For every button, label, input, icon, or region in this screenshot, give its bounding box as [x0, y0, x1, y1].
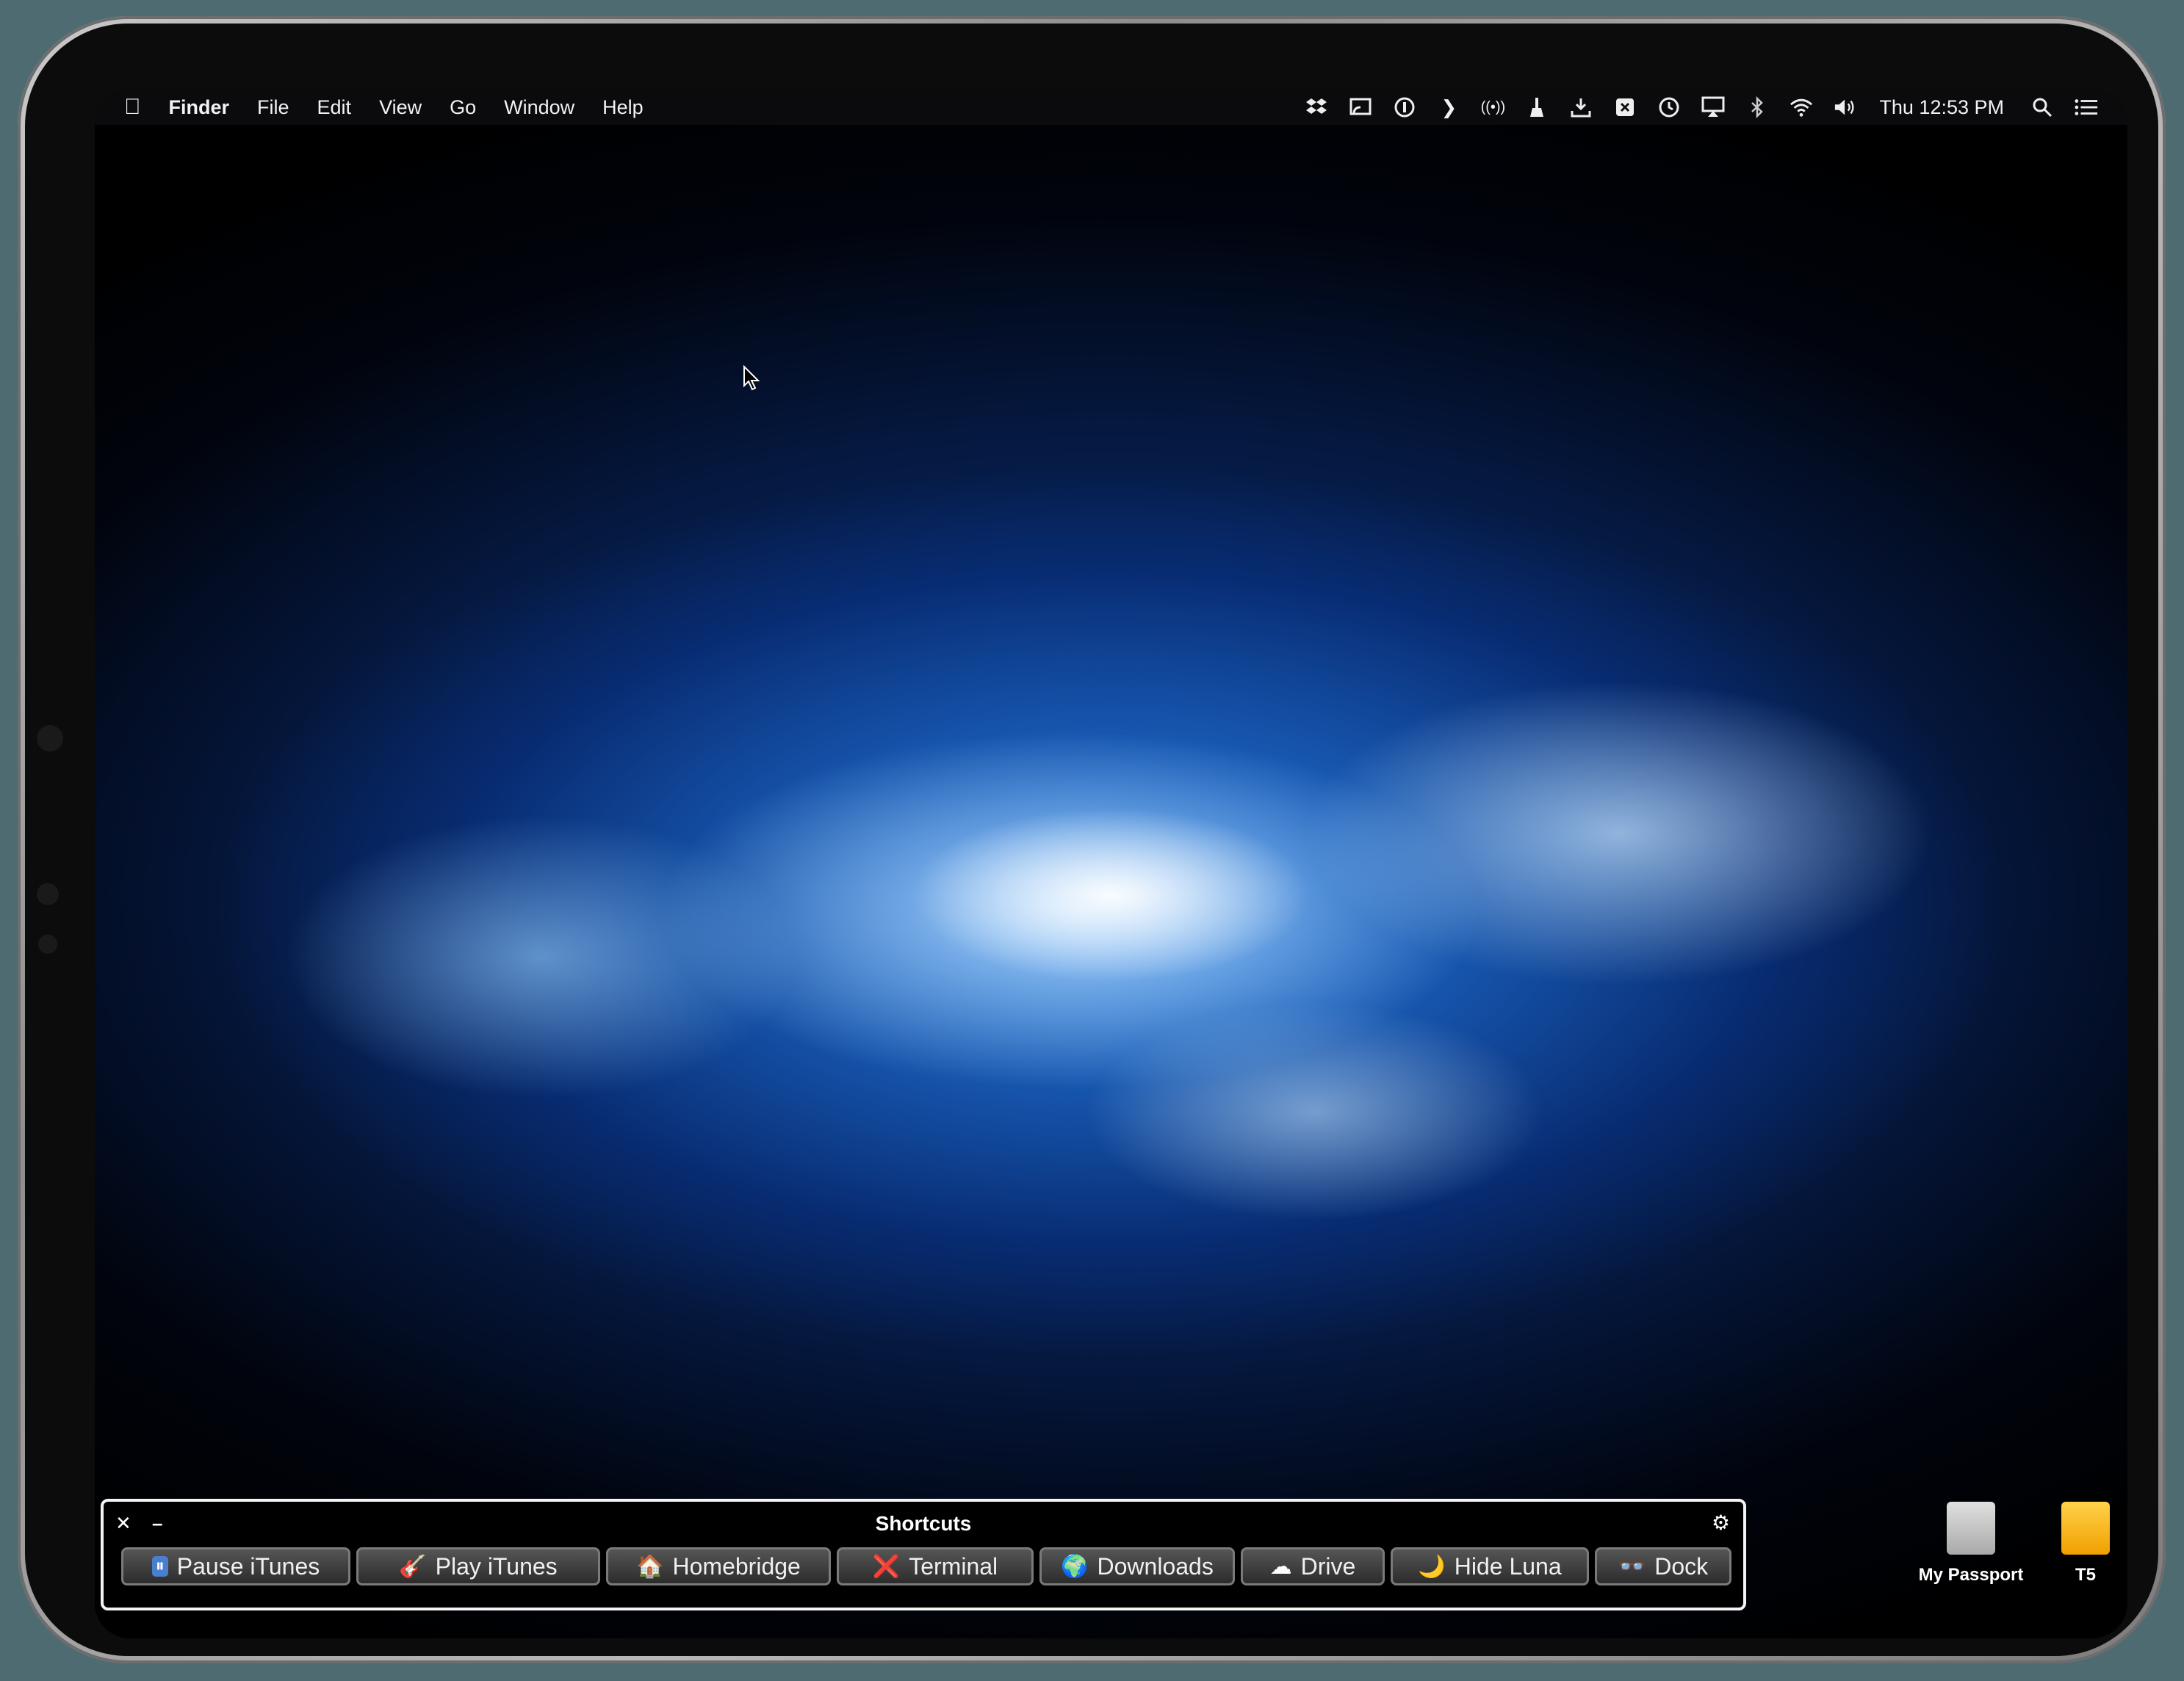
- menubar-clock[interactable]: Thu 12:53 PM: [1879, 96, 2004, 119]
- homebridge-button[interactable]: 🏠 Homebridge: [606, 1547, 831, 1585]
- button-label: Pause iTunes: [176, 1552, 320, 1580]
- drive-button[interactable]: ☁ Drive: [1241, 1547, 1385, 1585]
- external-drive-icon: [1947, 1502, 1995, 1555]
- button-label: Dock: [1654, 1552, 1709, 1580]
- menu-file[interactable]: File: [257, 96, 289, 119]
- guitar-icon: 🎸: [399, 1554, 427, 1579]
- button-label: Terminal: [909, 1552, 998, 1580]
- play-itunes-button[interactable]: 🎸 Play iTunes: [356, 1547, 600, 1585]
- crescent-moon-icon: 🌙: [1418, 1554, 1446, 1579]
- broadcast-icon[interactable]: ((•)): [1481, 96, 1506, 119]
- shortcuts-panel: ✕ – Shortcuts ⚙ ⏸ Pause iTunes 🎸 Play iT…: [101, 1499, 1746, 1610]
- airplay-icon[interactable]: [1701, 96, 1725, 119]
- side-camera-dot: [37, 725, 63, 752]
- time-machine-icon[interactable]: [1657, 96, 1681, 119]
- terminal-button[interactable]: ❌ Terminal: [837, 1547, 1034, 1585]
- desktop-wallpaper: [95, 90, 2127, 1638]
- menu-go[interactable]: Go: [450, 96, 476, 119]
- downloads-button[interactable]: 🌍 Downloads: [1039, 1547, 1235, 1585]
- dropbox-icon[interactable]: [1305, 96, 1328, 119]
- button-label: Play iTunes: [435, 1552, 558, 1580]
- device-bezel:  Finder File Edit View Go Window Help: [25, 24, 2158, 1656]
- button-label: Hide Luna: [1454, 1552, 1562, 1580]
- 1password-icon[interactable]: [1393, 96, 1416, 119]
- cloud-icon: ☁: [1269, 1554, 1292, 1579]
- wifi-icon[interactable]: [1790, 96, 1813, 119]
- dock-button[interactable]: 👓 Dock: [1595, 1547, 1731, 1585]
- search-icon[interactable]: [2030, 96, 2054, 119]
- disk-t5[interactable]: T5: [2049, 1502, 2122, 1585]
- menu-view[interactable]: View: [379, 96, 422, 119]
- menu-help[interactable]: Help: [602, 96, 644, 119]
- prompt-icon[interactable]: ❯: [1437, 96, 1460, 119]
- side-sensor-dot: [37, 883, 59, 905]
- button-label: Homebridge: [672, 1552, 801, 1580]
- shortcut-button-row: ⏸ Pause iTunes 🎸 Play iTunes 🏠 Homebridg…: [121, 1547, 1737, 1585]
- bluetooth-icon[interactable]: [1745, 96, 1769, 119]
- mouse-cursor-icon: [743, 364, 762, 395]
- external-drive-icon: [2061, 1502, 2110, 1555]
- button-label: Drive: [1300, 1552, 1356, 1580]
- glasses-icon: 👓: [1618, 1554, 1646, 1579]
- disk-my-passport[interactable]: My Passport: [1905, 1502, 2037, 1585]
- pause-itunes-button[interactable]: ⏸ Pause iTunes: [121, 1547, 350, 1585]
- disk-label: My Passport: [1918, 1565, 2024, 1585]
- panel-title: Shortcuts: [875, 1512, 972, 1535]
- volume-icon[interactable]: [1834, 96, 1857, 119]
- cast-icon[interactable]: [1349, 96, 1372, 119]
- globe-icon: 🌍: [1061, 1554, 1089, 1579]
- side-sensor-dot: [38, 935, 57, 954]
- red-x-icon: ❌: [872, 1554, 901, 1579]
- app-menu-finder[interactable]: Finder: [169, 96, 230, 119]
- button-label: Downloads: [1097, 1552, 1214, 1580]
- menu-edit[interactable]: Edit: [317, 96, 352, 119]
- menu-window[interactable]: Window: [504, 96, 574, 119]
- mac-screen:  Finder File Edit View Go Window Help: [95, 90, 2127, 1638]
- pause-icon: ⏸: [151, 1556, 168, 1577]
- ipad-frame:  Finder File Edit View Go Window Help: [18, 16, 2166, 1663]
- notification-center-icon[interactable]: [2075, 96, 2098, 119]
- download-icon[interactable]: [1569, 96, 1593, 119]
- apple-menu-icon[interactable]: : [124, 95, 141, 120]
- inbox-download-icon[interactable]: [1613, 96, 1637, 119]
- hide-luna-button[interactable]: 🌙 Hide Luna: [1391, 1547, 1589, 1585]
- menu-bar:  Finder File Edit View Go Window Help: [95, 90, 2127, 125]
- gear-icon[interactable]: ⚙: [1712, 1511, 1730, 1535]
- disk-label: T5: [2075, 1565, 2096, 1585]
- house-icon: 🏠: [636, 1554, 664, 1579]
- cleaner-icon[interactable]: [1525, 96, 1549, 119]
